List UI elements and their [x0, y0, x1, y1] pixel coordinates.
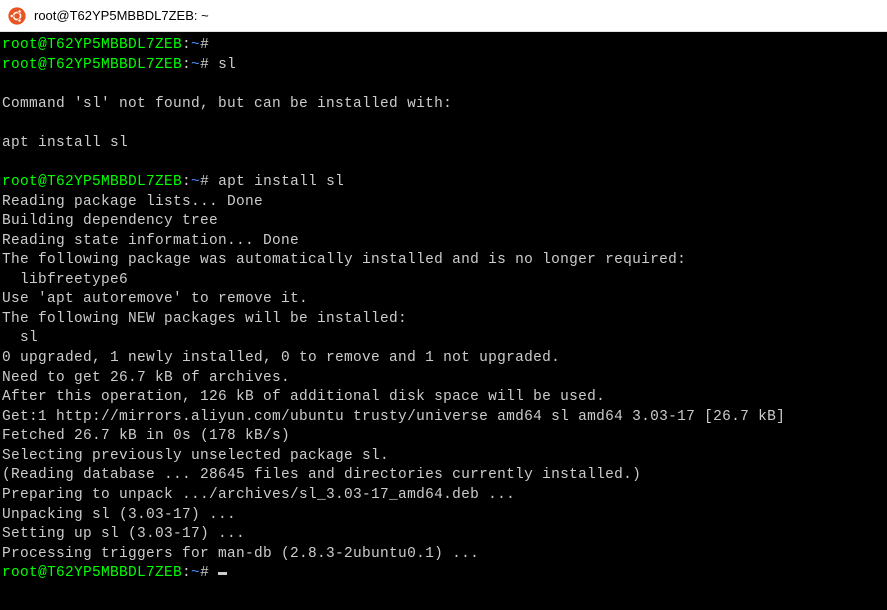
terminal-prompt-line: root@T62YP5MBBDL7ZEB:~# apt install sl [2, 173, 885, 193]
prompt-path: ~ [191, 57, 200, 73]
terminal-line: Reading state information... Done [2, 232, 885, 252]
prompt-symbol: # [200, 174, 218, 190]
prompt-path: ~ [191, 37, 200, 53]
prompt-user-host: root@T62YP5MBBDL7ZEB [2, 37, 182, 53]
terminal-line: The following package was automatically … [2, 251, 885, 271]
prompt-path: ~ [191, 174, 200, 190]
terminal-line: 0 upgraded, 1 newly installed, 0 to remo… [2, 349, 885, 369]
prompt-user-host: root@T62YP5MBBDL7ZEB [2, 174, 182, 190]
terminal-line [2, 75, 885, 95]
prompt-colon: : [182, 37, 191, 53]
terminal-prompt-line: root@T62YP5MBBDL7ZEB:~# [2, 36, 885, 56]
terminal-line: sl [2, 329, 885, 349]
window-titlebar: root@T62YP5MBBDL7ZEB: ~ [0, 0, 887, 32]
window-title: root@T62YP5MBBDL7ZEB: ~ [34, 8, 209, 23]
terminal-prompt-line: root@T62YP5MBBDL7ZEB:~# sl [2, 56, 885, 76]
terminal-line: Fetched 26.7 kB in 0s (178 kB/s) [2, 427, 885, 447]
terminal-line: apt install sl [2, 134, 885, 154]
prompt-symbol: # [200, 37, 218, 53]
terminal-line: After this operation, 126 kB of addition… [2, 388, 885, 408]
command-text: apt install sl [218, 174, 344, 190]
terminal-line: Setting up sl (3.03-17) ... [2, 525, 885, 545]
prompt-colon: : [182, 565, 191, 581]
terminal-line: libfreetype6 [2, 271, 885, 291]
terminal-line [2, 114, 885, 134]
terminal-line: Get:1 http://mirrors.aliyun.com/ubuntu t… [2, 408, 885, 428]
terminal-line: Building dependency tree [2, 212, 885, 232]
terminal-area[interactable]: root@T62YP5MBBDL7ZEB:~# root@T62YP5MBBDL… [0, 32, 887, 610]
command-text: sl [218, 57, 236, 73]
terminal-line: Preparing to unpack .../archives/sl_3.03… [2, 486, 885, 506]
terminal-line: Reading package lists... Done [2, 193, 885, 213]
ubuntu-icon [8, 7, 26, 25]
prompt-symbol: # [200, 565, 218, 581]
terminal-line [2, 153, 885, 173]
prompt-user-host: root@T62YP5MBBDL7ZEB [2, 565, 182, 581]
prompt-path: ~ [191, 565, 200, 581]
cursor [218, 572, 227, 575]
prompt-colon: : [182, 174, 191, 190]
terminal-line: Selecting previously unselected package … [2, 447, 885, 467]
terminal-line: The following NEW packages will be insta… [2, 310, 885, 330]
prompt-user-host: root@T62YP5MBBDL7ZEB [2, 57, 182, 73]
terminal-line: Need to get 26.7 kB of archives. [2, 369, 885, 389]
prompt-symbol: # [200, 57, 218, 73]
terminal-line: Use 'apt autoremove' to remove it. [2, 290, 885, 310]
terminal-line: (Reading database ... 28645 files and di… [2, 466, 885, 486]
terminal-prompt-line: root@T62YP5MBBDL7ZEB:~# [2, 564, 885, 584]
prompt-colon: : [182, 57, 191, 73]
terminal-line: Unpacking sl (3.03-17) ... [2, 506, 885, 526]
terminal-line: Processing triggers for man-db (2.8.3-2u… [2, 545, 885, 565]
terminal-line: Command 'sl' not found, but can be insta… [2, 95, 885, 115]
